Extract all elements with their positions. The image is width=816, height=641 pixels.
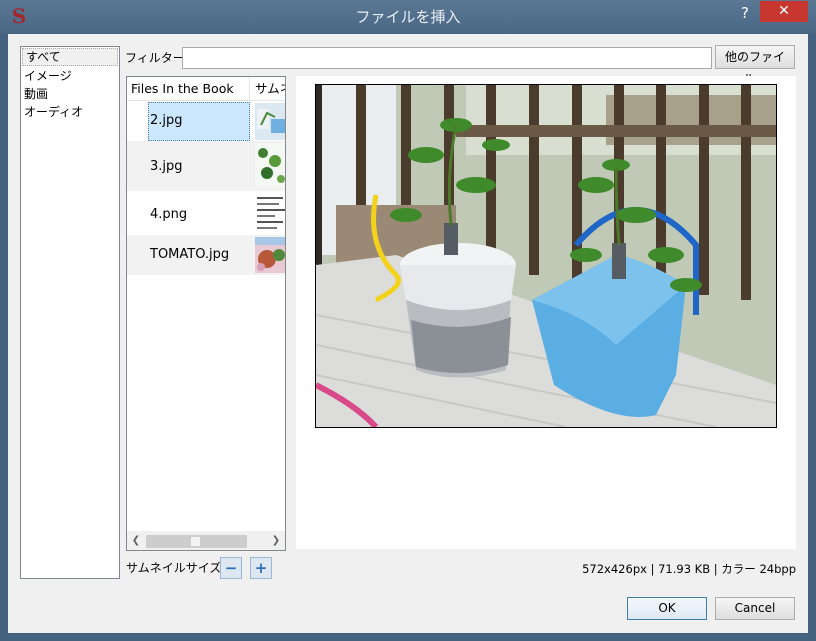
category-list: すべて イメージ 動画 オーディオ xyxy=(20,46,120,579)
thumbnail-size-label: サムネイルサイズ: xyxy=(126,561,226,575)
close-button[interactable]: ✕ xyxy=(760,1,808,22)
zoom-in-button[interactable]: + xyxy=(250,557,272,579)
cancel-button[interactable]: Cancel xyxy=(715,597,795,620)
file-list: Files In the Book サムネ 2.jpg 3.jpg xyxy=(126,76,286,551)
column-header-thumbnail[interactable]: サムネ xyxy=(255,77,285,100)
category-audio[interactable]: オーディオ xyxy=(21,103,119,121)
file-thumbnail xyxy=(255,193,285,233)
category-video[interactable]: 動画 xyxy=(21,85,119,103)
scrollbar-thumb[interactable] xyxy=(191,537,200,546)
filter-input[interactable] xyxy=(182,47,712,69)
file-thumbnail xyxy=(255,103,285,140)
category-all[interactable]: すべて xyxy=(22,48,118,66)
file-name: 2.jpg xyxy=(150,113,183,128)
file-list-header: Files In the Book サムネ xyxy=(127,77,285,101)
file-row-4png[interactable]: 4.png xyxy=(127,191,285,235)
other-files-button[interactable]: 他のファイル... xyxy=(715,45,795,86)
zoom-out-button[interactable]: − xyxy=(220,557,242,579)
file-row-3jpg[interactable]: 3.jpg xyxy=(127,141,285,191)
filter-label: フィルター: xyxy=(125,51,189,65)
file-row-2jpg[interactable]: 2.jpg xyxy=(127,101,285,141)
help-button[interactable]: ? xyxy=(733,2,757,24)
scrollbar-track[interactable] xyxy=(146,535,247,548)
ok-button[interactable]: OK xyxy=(627,597,707,620)
preview-image xyxy=(315,84,777,428)
file-name: 3.jpg xyxy=(150,159,183,174)
file-thumbnail xyxy=(255,237,285,273)
scroll-left-icon[interactable]: ❮ xyxy=(130,533,142,548)
image-info: 572x426px | 71.93 KB | カラー 24bpp xyxy=(582,562,796,576)
file-thumbnail xyxy=(255,143,285,187)
file-name: 4.png xyxy=(150,207,188,222)
preview-pane xyxy=(296,76,796,549)
insert-file-dialog: S ファイルを挿入 ? ✕ すべて イメージ 動画 オーディオ フィルター: 他… xyxy=(0,0,816,641)
horizontal-scrollbar[interactable]: ❮ ❯ xyxy=(127,531,285,550)
file-row-tomatojpg[interactable]: TOMATO.jpg xyxy=(127,235,285,275)
file-name: TOMATO.jpg xyxy=(150,247,230,262)
title-bar: S ファイルを挿入 ? ✕ xyxy=(0,0,816,34)
scroll-right-icon[interactable]: ❯ xyxy=(270,533,282,548)
dialog-title: ファイルを挿入 xyxy=(355,8,461,26)
category-image[interactable]: イメージ xyxy=(21,67,119,85)
column-header-files[interactable]: Files In the Book xyxy=(131,77,250,100)
dialog-body: すべて イメージ 動画 オーディオ フィルター: 他のファイル... Files… xyxy=(8,34,808,633)
